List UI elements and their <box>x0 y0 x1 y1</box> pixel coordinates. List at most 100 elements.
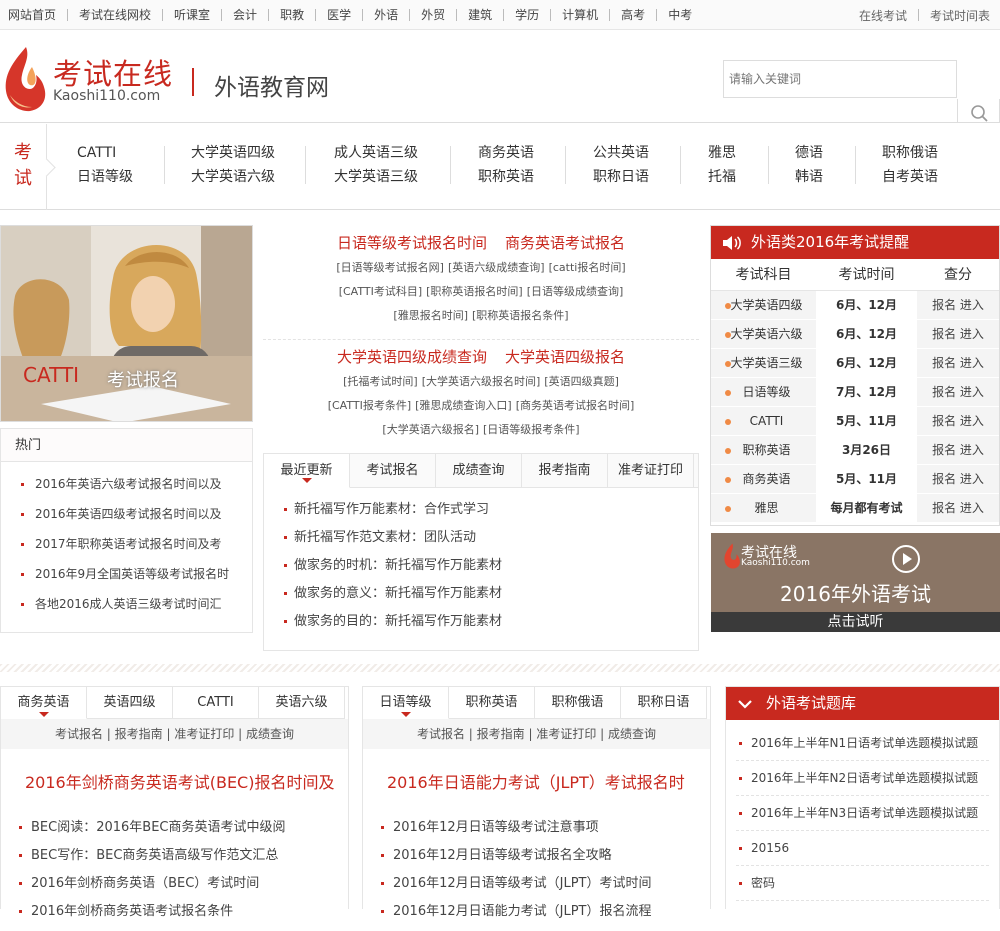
action-cell[interactable]: 报名 进入 <box>917 406 999 436</box>
exam-link-german[interactable]: 德语 <box>795 141 823 165</box>
headline-link[interactable]: 日语等级考试报名时间 <box>337 234 487 252</box>
list-item[interactable]: 做家务的目的：新托福写作万能素材 <box>284 612 698 640</box>
list-item[interactable]: 做家务的意义：新托福写作万能素材 <box>284 584 698 612</box>
action-cell[interactable]: 报名 进入 <box>917 348 999 378</box>
tab-japanese-level[interactable]: 日语等级 <box>363 687 449 719</box>
headline-link[interactable]: 2016年剑桥商务英语考试(BEC)报名时间及 <box>1 749 348 805</box>
top-nav-classroom[interactable]: 听课室 <box>174 9 223 21</box>
tag-link[interactable]: [雅思成绩查询入口] <box>415 399 512 412</box>
top-nav-medicine[interactable]: 医学 <box>327 9 364 21</box>
headline-link[interactable]: 商务英语考试报名 <box>505 234 625 252</box>
list-item[interactable]: 2016年上半年N3日语考试单选题模拟试题 <box>736 796 989 831</box>
tag-link[interactable]: [雅思报名时间] <box>393 309 468 322</box>
top-nav-online-school[interactable]: 考试在线网校 <box>79 9 164 21</box>
list-item[interactable]: 各地2016成人英语三级考试时间汇 <box>21 595 252 625</box>
list-item[interactable]: 2016年英语六级考试报名时间以及 <box>21 475 252 505</box>
headline-link[interactable]: 大学英语四级报名 <box>505 348 625 366</box>
list-item[interactable]: 密码 <box>736 866 989 901</box>
top-nav-zhongkao[interactable]: 中考 <box>668 9 703 21</box>
subject-cell[interactable]: 商务英语 <box>742 472 790 486</box>
tag-link[interactable]: [日语等级报考条件] <box>483 423 580 436</box>
tag-link[interactable]: [catti报名时间] <box>549 261 626 274</box>
subject-cell[interactable]: 雅思 <box>754 501 778 515</box>
tag-link[interactable]: [职称英语报名时间] <box>426 285 523 298</box>
exam-link-professional-english[interactable]: 职称英语 <box>478 165 534 189</box>
exam-link-japanese-level[interactable]: 日语等级 <box>77 165 133 189</box>
top-nav-home[interactable]: 网站首页 <box>8 9 69 21</box>
exam-link-public-english[interactable]: 公共英语 <box>593 141 649 165</box>
action-cell[interactable]: 报名 进入 <box>917 464 999 494</box>
exam-schedule-link[interactable]: 考试时间表 <box>930 7 990 24</box>
list-item[interactable]: 2017年职称英语考试报名时间及考 <box>21 535 252 565</box>
top-nav-vocational[interactable]: 职教 <box>280 9 317 21</box>
tag-link[interactable]: [英语四级真题] <box>544 375 619 388</box>
tag-link[interactable]: [CATTI考试科目] <box>339 285 422 298</box>
list-item[interactable]: 2016年12月日语等级考试（JLPT）考试时间 <box>381 875 710 903</box>
tab-business-english[interactable]: 商务英语 <box>1 687 87 719</box>
headline-link[interactable]: 大学英语四级成绩查询 <box>337 348 487 366</box>
list-item[interactable]: 2016年上半年N1日语考试单选题模拟试题 <box>736 726 989 761</box>
play-icon[interactable] <box>891 544 921 574</box>
top-nav-gaokao[interactable]: 高考 <box>621 9 658 21</box>
tag-link[interactable]: [托福考试时间] <box>343 375 418 388</box>
tab-latest[interactable]: 最近更新 <box>264 454 350 488</box>
top-nav-foreign-trade[interactable]: 外贸 <box>421 9 458 21</box>
exam-link-self-study-english[interactable]: 自考英语 <box>882 165 938 189</box>
subject-cell[interactable]: 大学英语三级 <box>730 356 802 370</box>
tab-cet4[interactable]: 英语四级 <box>87 687 173 719</box>
exam-link-ielts[interactable]: 雅思 <box>708 141 736 165</box>
exam-link-cet4[interactable]: 大学英语四级 <box>191 141 275 165</box>
list-item[interactable]: 20156 <box>736 831 989 866</box>
tab-cet6[interactable]: 英语六级 <box>259 687 345 719</box>
list-item[interactable]: 2016年12月日语能力考试（JLPT）报名流程 <box>381 903 710 931</box>
listen-button[interactable]: 点击试听 <box>711 612 1000 632</box>
exam-link-business-english[interactable]: 商务英语 <box>478 141 534 165</box>
list-item[interactable]: 新托福写作范文素材：团队活动 <box>284 528 698 556</box>
tab-scores[interactable]: 成绩查询 <box>436 454 522 487</box>
top-nav-foreign-language[interactable]: 外语 <box>374 9 411 21</box>
action-cell[interactable]: 报名 进入 <box>917 377 999 407</box>
exam-link-college-english-3[interactable]: 大学英语三级 <box>334 165 418 189</box>
flame-logo-icon[interactable] <box>2 45 48 113</box>
tag-link[interactable]: [商务英语考试报名时间] <box>516 399 635 412</box>
tag-link[interactable]: [CATTI报考条件] <box>328 399 411 412</box>
exam-link-korean[interactable]: 韩语 <box>795 165 823 189</box>
list-item[interactable]: 2016年12月日语等级考试注意事项 <box>381 819 710 847</box>
online-exam-link[interactable]: 在线考试 <box>859 7 907 24</box>
action-cell[interactable]: 报名 进入 <box>917 319 999 349</box>
exam-link-adult-english-3[interactable]: 成人英语三级 <box>334 141 418 165</box>
exam-link-cet6[interactable]: 大学英语六级 <box>191 165 275 189</box>
exam-link-professional-russian[interactable]: 职称俄语 <box>882 141 938 165</box>
exam-link-professional-japanese[interactable]: 职称日语 <box>593 165 649 189</box>
action-cell[interactable]: 报名 进入 <box>917 435 999 465</box>
sub-links[interactable]: 考试报名 | 报考指南 | 准考证打印 | 成绩查询 <box>1 719 348 749</box>
top-nav-accounting[interactable]: 会计 <box>233 9 270 21</box>
subject-cell[interactable]: 日语等级 <box>742 385 790 399</box>
catti-banner-image[interactable]: CATTI 考试报名 <box>0 225 253 422</box>
sub-links[interactable]: 考试报名 | 报考指南 | 准考证打印 | 成绩查询 <box>363 719 710 749</box>
list-item[interactable]: 2016年剑桥商务英语（BEC）考试时间 <box>19 875 348 903</box>
tag-link[interactable]: [大学英语六级报名时间] <box>422 375 541 388</box>
list-item[interactable]: 2016年12月日语等级考试报名全攻略 <box>381 847 710 875</box>
list-item[interactable]: 2016年9月全国英语等级考试报名时 <box>21 565 252 595</box>
list-item[interactable]: 做家务的时机：新托福写作万能素材 <box>284 556 698 584</box>
search-input[interactable] <box>723 60 957 98</box>
tag-link[interactable]: [日语等级成绩查询] <box>527 285 624 298</box>
subject-cell[interactable]: CATTI <box>750 414 784 428</box>
tab-registration[interactable]: 考试报名 <box>350 454 436 487</box>
subject-cell[interactable]: 大学英语六级 <box>730 327 802 341</box>
tag-link[interactable]: [日语等级考试报名网] <box>336 261 444 274</box>
tab-guide[interactable]: 报考指南 <box>522 454 608 487</box>
tab-admission-ticket[interactable]: 准考证打印 <box>608 454 694 487</box>
subject-cell[interactable]: 大学英语四级 <box>730 298 802 312</box>
subject-cell[interactable]: 职称英语 <box>742 443 790 457</box>
tag-link[interactable]: [职称英语报名条件] <box>472 309 569 322</box>
video-promo[interactable]: 考试在线 Kaoshi110.com 2016年外语考试 点击试听 <box>711 533 1000 632</box>
logo-title[interactable]: 考试在线 <box>53 51 173 93</box>
list-item[interactable]: 2016年剑桥商务英语考试报名条件 <box>19 903 348 931</box>
list-item[interactable]: 2016年上半年N2日语考试单选题模拟试题 <box>736 761 989 796</box>
list-item[interactable]: 新托福写作万能素材：合作式学习 <box>284 500 698 528</box>
top-nav-degree[interactable]: 学历 <box>515 9 552 21</box>
headline-link[interactable]: 2016年日语能力考试（JLPT）考试报名时 <box>363 749 710 805</box>
list-item[interactable]: BEC写作：BEC商务英语高级写作范文汇总 <box>19 847 348 875</box>
